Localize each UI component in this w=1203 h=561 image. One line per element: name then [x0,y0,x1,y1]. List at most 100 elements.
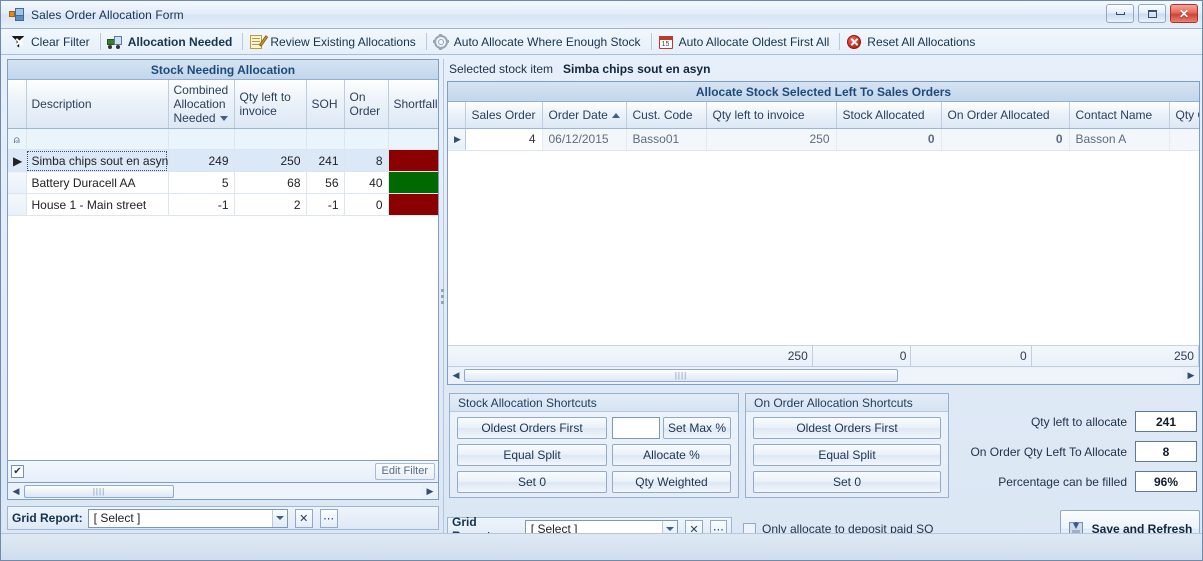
chevron-down-icon [275,516,284,520]
column-header-qty-left-to-invoice[interactable]: Qty left to invoice [706,102,837,129]
edit-filter-button[interactable]: Edit Filter [374,463,435,480]
table-row[interactable]: ▶ 4 06/12/2015 Basso01 250 0 0 Basson A … [448,128,1199,151]
left-grid-report-more-button[interactable]: ⋯ [319,508,338,528]
onorder-equal-split-button[interactable]: Equal Split [753,444,941,466]
cell-on-order-allocated[interactable]: 0 [941,128,1070,151]
onorder-set-zero-button[interactable]: Set 0 [753,471,941,493]
filter-cell-qty-left-to-invoice[interactable] [234,128,307,150]
stock-grid-empty-area [8,216,438,460]
maximize-button[interactable] [1138,4,1166,23]
cell-description: Battery Duracell AA [26,171,169,194]
minimize-button[interactable] [1106,4,1134,23]
column-header-combined-allocation-needed[interactable]: Combined Allocation Needed [168,80,235,129]
cell-qty-left-to-invoice: 250 [234,149,307,172]
allocate-grid-horizontal-scrollbar[interactable]: ◀ |||| ▶ [448,366,1199,384]
scroll-track[interactable]: |||| [464,368,1183,383]
table-row[interactable]: Battery Duracell AA 5 68 56 40 [8,171,438,194]
calendar-icon: 15 [658,34,674,50]
set-max-percent-button[interactable]: Set Max % [663,417,731,439]
scroll-thumb[interactable]: |||| [24,484,174,498]
column-header-on-order[interactable]: On Order [344,80,389,129]
filter-cell-soh[interactable] [306,128,345,150]
toolbar-allocation-needed[interactable]: Allocation Needed [104,31,240,53]
stock-grid-footer: ✔ Edit Filter [7,461,439,483]
cell-on-order: 40 [344,171,389,194]
left-grid-report-clear-button[interactable]: ✕ [294,508,313,528]
scroll-thumb[interactable]: |||| [464,369,898,382]
allocate-grid-header-row: Sales Order Order Date Cust. Code Qty le… [448,102,1199,129]
filter-enabled-checkbox[interactable]: ✔ [11,465,24,478]
qty-weighted-button[interactable]: Qty Weighted [612,471,731,493]
status-bar [1,533,1202,560]
left-grid-report-dropdown-button[interactable] [271,509,287,527]
filter-cell-shortfall[interactable] [388,128,438,150]
left-grid-report-value: [ Select ] [93,510,141,525]
column-header-shortfall[interactable]: Shortfall [388,80,438,129]
column-header-on-order-allocated[interactable]: On Order Allocated [941,102,1070,129]
stock-oldest-orders-first-button[interactable]: Oldest Orders First [457,417,607,439]
column-header-on-order-label: On Order [349,90,381,118]
filter-cell-on-order[interactable] [344,128,389,150]
shortfall-color-swatch [388,194,438,215]
column-header-order-date-label: Order Date [548,107,608,122]
filter-cell-combined-allocation-needed[interactable] [168,128,235,150]
stock-grid-header-row: Description Combined Allocation Needed Q… [8,80,438,129]
left-grid-report-combo[interactable]: [ Select ] [87,508,288,528]
scroll-right-icon[interactable]: ▶ [422,486,438,497]
stat-on-order-qty-left-to-allocate-value: 8 [1135,441,1197,462]
sort-descending-icon [219,116,228,122]
cell-shortfall [388,171,438,194]
stock-grid-table: Description Combined Allocation Needed Q… [8,80,438,216]
close-button[interactable]: ✕ [1170,4,1198,23]
summary-qty-ordered: 250 [1126,345,1199,367]
cell-cust-code: Basso01 [626,128,707,151]
selected-stock-item-label: Selected stock item [449,62,554,76]
toolbar-auto-allocate-oldest-first-all[interactable]: 15 Auto Allocate Oldest First All [655,31,837,53]
column-header-cust-code[interactable]: Cust. Code [626,102,707,129]
sort-ascending-icon [611,113,620,119]
stat-on-order-qty-left-to-allocate: On Order Qty Left To Allocate 8 [947,441,1197,462]
column-header-qty-ordered[interactable]: Qty Ordered [1169,102,1199,129]
stock-equal-split-button[interactable]: Equal Split [457,444,607,466]
column-header-order-date[interactable]: Order Date [542,102,627,129]
cell-stock-allocated[interactable]: 0 [836,128,942,151]
toolbar-review-existing-allocations[interactable]: Review Existing Allocations [246,31,422,53]
stock-allocation-shortcuts-group: Stock Allocation Shortcuts Oldest Orders… [449,393,739,498]
onorder-oldest-orders-first-button[interactable]: Oldest Orders First [753,417,941,439]
scroll-right-icon[interactable]: ▶ [1183,370,1199,381]
toolbar-auto-allocate-oldest-first-all-label: Auto Allocate Oldest First All [678,34,830,49]
cell-combined-allocation-needed: -1 [168,193,235,216]
stock-set-zero-button[interactable]: Set 0 [457,471,607,493]
cell-soh: 241 [306,149,345,172]
column-header-soh-label: SOH [311,97,338,111]
max-percent-input[interactable] [612,417,660,439]
selected-stock-item-value: Simba chips sout en asyn [563,62,711,76]
table-row[interactable]: House 1 - Main street -1 2 -1 0 [8,193,438,216]
column-header-description[interactable]: Description [26,80,169,129]
allocate-percent-button[interactable]: Allocate % [612,444,731,466]
column-header-soh[interactable]: SOH [306,80,345,129]
cell-combined-allocation-needed: 5 [168,171,235,194]
on-order-allocation-shortcuts-group: On Order Allocation Shortcuts Oldest Ord… [745,393,949,498]
table-row[interactable]: ▶ Simba chips sout en asyn 249 250 241 8 [8,149,438,172]
scroll-left-icon[interactable]: ◀ [448,370,464,381]
scroll-left-icon[interactable]: ◀ [8,486,24,497]
scroll-track[interactable]: |||| [24,483,422,499]
cell-sales-order[interactable]: 4 [465,128,543,151]
filter-cell-description[interactable] [26,128,169,150]
filter-row-indicator: ⍝ [8,128,27,150]
stock-grid-filter-row[interactable]: ⍝ [8,128,438,150]
left-grid-report-bar: Grid Report: [ Select ] ✕ ⋯ [7,506,439,530]
allocate-stock-grid-caption: Allocate Stock Selected Left To Sales Or… [448,82,1199,102]
allocate-grid-summary-row: 250 0 0 250 [448,345,1199,367]
stock-grid-horizontal-scrollbar[interactable]: ◀ |||| ▶ [7,483,439,500]
column-header-contact-name[interactable]: Contact Name [1069,102,1170,129]
toolbar-clear-filter[interactable]: Clear Filter [7,31,97,53]
column-header-qty-left-to-invoice[interactable]: Qty left to invoice [234,80,307,129]
column-header-stock-allocated[interactable]: Stock Allocated [836,102,942,129]
title-bar: Sales Order Allocation Form ✕ [1,1,1202,29]
column-header-sales-order[interactable]: Sales Order [465,102,543,129]
column-header-sales-order-label: Sales Order [471,107,536,122]
toolbar-reset-all-allocations[interactable]: Reset All Allocations [843,31,982,53]
toolbar-auto-allocate-where-enough-stock[interactable]: Auto Allocate Where Enough Stock [430,31,648,53]
